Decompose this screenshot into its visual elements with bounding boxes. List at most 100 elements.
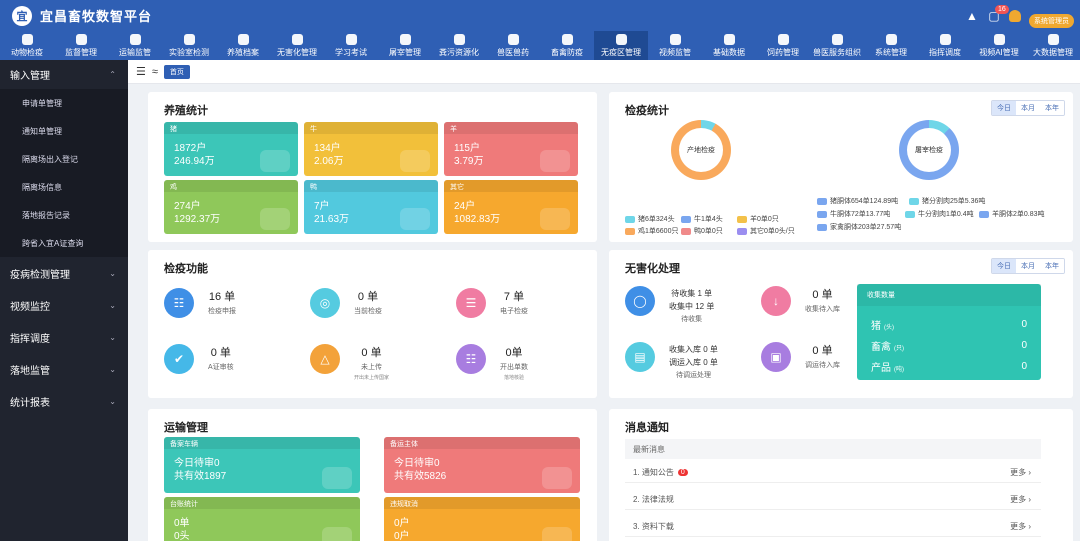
nav-item[interactable]: 学习考试 — [324, 31, 378, 60]
period-year[interactable]: 本年 — [1040, 259, 1064, 273]
sidebar-subitem[interactable]: 隔离场信息 — [0, 173, 128, 201]
function-item[interactable]: ☷ 16 单检疫申报 — [164, 288, 236, 318]
function-text: 0 单 A证审核 — [208, 344, 234, 372]
function-item[interactable]: ☷ 0单 开出单数 落地核验 — [456, 344, 528, 381]
pending-dispatch[interactable]: ▤ 收集入库 0 单调运入库 0 单待调运处理 — [625, 342, 718, 380]
nav-item[interactable]: 视频AI管理 — [972, 31, 1026, 60]
nav-item-label: 基础数据 — [713, 47, 745, 57]
breeding-tile[interactable]: 鸡 274户 1292.37万 — [164, 180, 298, 234]
sidebar-group[interactable]: 统计报表 ⌄ — [0, 385, 128, 417]
notice-row[interactable]: 3. 资料下载 更多 › — [625, 517, 1041, 537]
nav-item[interactable]: 视频监管 — [648, 31, 702, 60]
quantity-key: 猪 (头) — [871, 317, 894, 332]
period-today[interactable]: 今日 — [992, 259, 1016, 273]
function-text: 7 单电子检疫 — [500, 288, 528, 316]
sidebar-subitem[interactable]: 跨省入宜A证查询 — [0, 229, 128, 257]
transport-tile[interactable]: 备运主体 今日待审0 共有效5826 — [384, 437, 580, 493]
sidebar-group-input[interactable]: 输入管理 ⌃ — [0, 60, 128, 89]
sidebar-group[interactable]: 指挥调度 ⌄ — [0, 321, 128, 353]
nav-item[interactable]: 屠宰管理 — [378, 31, 432, 60]
slaughter-legend-item: 猪胴体654单124.89吨 — [817, 196, 898, 206]
nav-item[interactable]: 兽医兽药 — [486, 31, 540, 60]
nav-item[interactable]: 基础数据 — [702, 31, 756, 60]
tab-home[interactable]: 首页 — [163, 64, 190, 79]
chevron-down-icon: ⌄ — [109, 268, 116, 278]
harmless-period-switch: 今日 本月 本年 — [991, 258, 1065, 274]
quantity-unit: (头) — [884, 325, 894, 331]
breeding-tile[interactable]: 鸭 7户 21.63万 — [304, 180, 438, 234]
breeding-tile[interactable]: 牛 134户 2.06万 — [304, 122, 438, 176]
nav-item[interactable]: 动物检疫 — [0, 31, 54, 60]
chevron-right-icon: › — [1026, 495, 1031, 504]
notice-row-label: 3. 资料下载 — [633, 522, 674, 531]
function-item[interactable]: △ 0 单未上传 开出未上传国家 — [310, 344, 389, 381]
message-icon[interactable]: ▢ 16 — [987, 5, 1009, 23]
period-month[interactable]: 本月 — [1016, 101, 1040, 115]
legend-label: 鸡1单6600只 — [638, 228, 679, 235]
nav-item[interactable]: 饲药管理 — [756, 31, 810, 60]
transport-decor-icon — [322, 527, 352, 541]
notice-row[interactable]: 2. 法律法规 更多 › — [625, 490, 1041, 510]
user-avatar-icon[interactable] — [1009, 10, 1021, 22]
breeding-tile[interactable]: 其它 24户 1082.83万 — [444, 180, 578, 234]
sidebar-group[interactable]: 视频监控 ⌄ — [0, 289, 128, 321]
chart-icon[interactable]: ≈ — [152, 66, 158, 78]
function-text: 0 单未上传 开出未上传国家 — [354, 344, 389, 381]
breeding-tile[interactable]: 羊 115户 3.79万 — [444, 122, 578, 176]
notice-row[interactable]: 1. 通知公告 0 更多 › — [625, 463, 1041, 483]
nav-item[interactable]: 无疫区管理 — [594, 31, 648, 60]
transport-tile[interactable]: 违规取消 0户 0户 — [384, 497, 580, 541]
function-text: 0单 开出单数 落地核验 — [500, 344, 528, 381]
menu-toggle-icon[interactable]: ☰ — [136, 65, 146, 78]
origin-legend-item: 鸭0单0只 — [681, 226, 723, 236]
dispatch-to-store[interactable]: ▣ 0 单调运待入库 — [761, 342, 840, 372]
nav-item[interactable]: 畜禽防疫 — [540, 31, 594, 60]
nav-item[interactable]: 粪污资源化 — [432, 31, 486, 60]
quantity-key: 畜禽 (只) — [871, 338, 904, 353]
sidebar-subitem[interactable]: 隔离场出入登记 — [0, 145, 128, 173]
function-item[interactable]: ☰ 7 单电子检疫 — [456, 288, 528, 318]
nav-item[interactable]: 无害化管理 — [270, 31, 324, 60]
transport-tile[interactable]: 备案车辆 今日待审0 共有效1897 — [164, 437, 360, 493]
period-today[interactable]: 今日 — [992, 101, 1016, 115]
legend-label: 牛1单4头 — [694, 216, 723, 223]
nav-item[interactable]: 实验室检测 — [162, 31, 216, 60]
collect-to-store[interactable]: ↓ 0 单收集待入库 — [761, 286, 840, 316]
sidebar-group[interactable]: 疫病检测管理 ⌄ — [0, 257, 128, 289]
quantity-value: 0 — [1021, 340, 1027, 351]
sidebar-subitem[interactable]: 申请单管理 — [0, 89, 128, 117]
function-label: 未上传 — [361, 364, 382, 371]
slaughter-legend-item: 牛分割肉1单0.4吨 — [905, 209, 974, 219]
sidebar-subitem[interactable]: 落地报告记录 — [0, 201, 128, 229]
more-link[interactable]: 更多 › — [1010, 467, 1031, 478]
origin-legend-item: 其它0单0头/只 — [737, 226, 795, 236]
pending-collect[interactable]: ◯ 待收集 1 单收集中 12 单待收集 — [625, 286, 714, 324]
sidebar-group-label: 疫病检测管理 — [10, 269, 70, 281]
more-link[interactable]: 更多 › — [1010, 521, 1031, 532]
notice-count-badge: 0 — [677, 469, 688, 476]
functions-title: 检疫功能 — [164, 263, 208, 275]
sidebar-group[interactable]: 落地监管 ⌄ — [0, 353, 128, 385]
nav-item[interactable]: 兽医服务组织 — [810, 31, 864, 60]
legend-swatch — [817, 223, 827, 231]
slaughter-legend-item: 牛胴体72单13.77吨 — [817, 209, 890, 219]
more-link[interactable]: 更多 › — [1010, 494, 1031, 505]
nav-item[interactable]: 监督管理 — [54, 31, 108, 60]
period-year[interactable]: 本年 — [1040, 101, 1064, 115]
nav-item[interactable]: 运输监管 — [108, 31, 162, 60]
breeding-tile[interactable]: 猪 1872户 246.94万 — [164, 122, 298, 176]
sidebar-subitem[interactable]: 通知单管理 — [0, 117, 128, 145]
user-role-button[interactable]: 系统管理员 — [1029, 14, 1074, 28]
quantity-row: 畜禽 (只) 0 — [857, 335, 1041, 356]
nav-item[interactable]: 大数据管理 — [1026, 31, 1080, 60]
transport-tile[interactable]: 台账统计 0单 0头 — [164, 497, 360, 541]
nav-item[interactable]: 指挥调度 — [918, 31, 972, 60]
nav-item[interactable]: 系统管理 — [864, 31, 918, 60]
nav-item-label: 系统管理 — [875, 47, 907, 57]
module-icon — [1047, 33, 1059, 45]
function-item[interactable]: ✔ 0 单 A证审核 — [164, 344, 234, 374]
function-item[interactable]: ◎ 0 单当前检疫 — [310, 288, 382, 318]
period-month[interactable]: 本月 — [1016, 259, 1040, 273]
nav-item[interactable]: 养殖档案 — [216, 31, 270, 60]
bell-icon[interactable]: ▲ — [965, 9, 979, 23]
